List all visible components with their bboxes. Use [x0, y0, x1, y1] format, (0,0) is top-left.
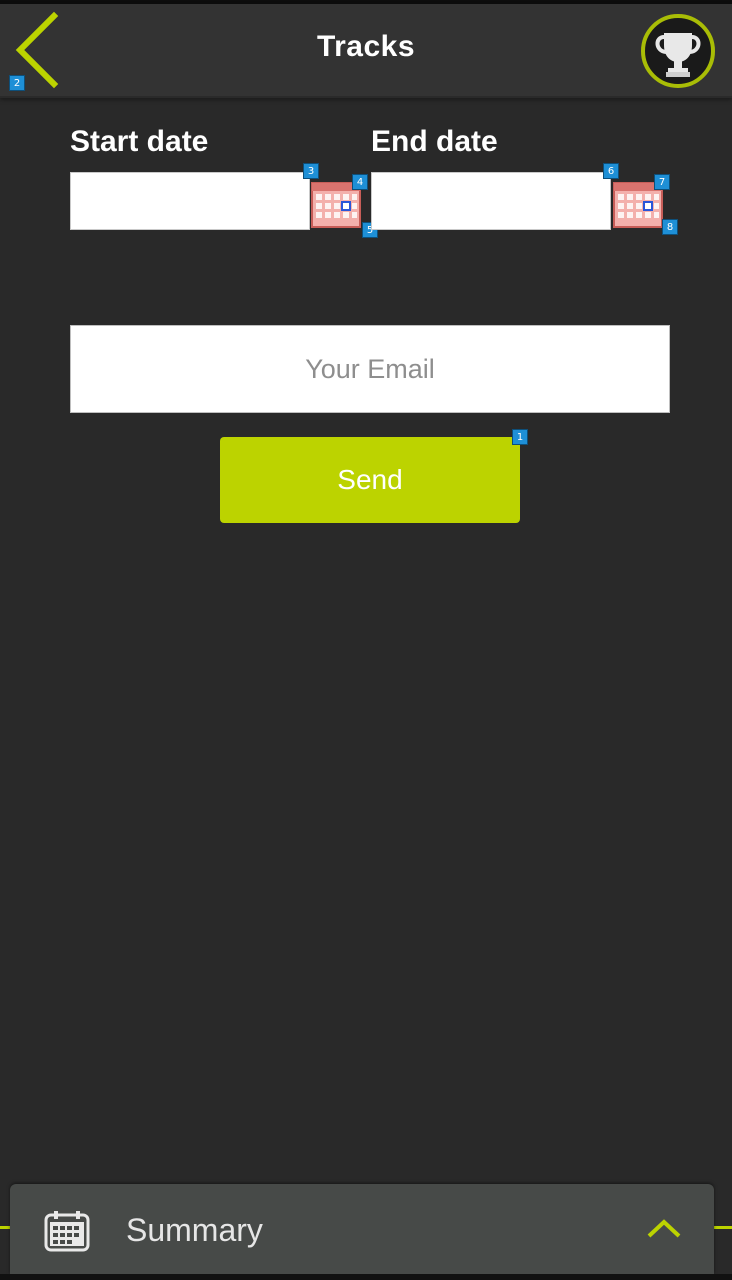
end-date-label: End date	[371, 125, 498, 158]
marker-badge: 4	[352, 174, 368, 190]
screen: Tracks 2 Start date End date 3 4 5 6 7 8…	[0, 0, 732, 1280]
chevron-up-icon[interactable]	[644, 1216, 684, 1240]
start-date-input[interactable]	[70, 172, 310, 230]
calendar-icon	[44, 1211, 90, 1252]
marker-badge: 2	[9, 75, 25, 91]
app-header: Tracks	[0, 4, 732, 98]
summary-calendar-icon	[44, 1210, 90, 1252]
marker-badge: 3	[303, 163, 319, 179]
bottom-edge	[0, 1274, 732, 1280]
marker-badge: 7	[654, 174, 670, 190]
bottom-accent-line	[712, 1226, 732, 1229]
summary-bar[interactable]: Summary	[10, 1184, 714, 1274]
marker-badge: 6	[603, 163, 619, 179]
trophy-button[interactable]	[639, 11, 717, 91]
marker-badge: 1	[512, 429, 528, 445]
summary-label: Summary	[126, 1212, 263, 1248]
end-date-input[interactable]	[371, 172, 611, 230]
send-button[interactable]: Send	[220, 437, 520, 523]
start-date-label: Start date	[70, 125, 209, 158]
marker-badge: 8	[662, 219, 678, 235]
page-title: Tracks	[316, 30, 416, 63]
trophy-icon	[641, 14, 715, 88]
email-input[interactable]	[70, 325, 670, 413]
